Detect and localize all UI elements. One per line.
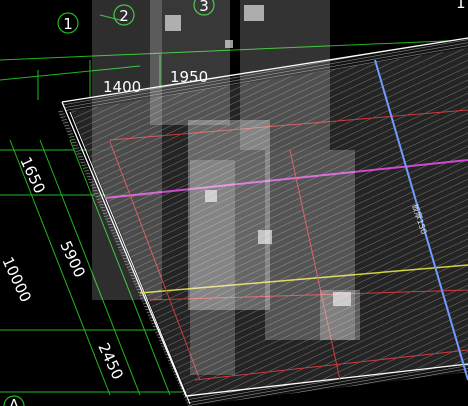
axis-label-a: A: [9, 396, 20, 406]
model-canvas[interactable]: 1 2 3 A 1400 1950 1 1650 5900 10000 2450…: [0, 0, 468, 406]
column-3-upper[interactable]: [240, 0, 330, 150]
columns[interactable]: [92, 0, 360, 375]
dimension-2450: 2450: [94, 340, 126, 382]
cad-3d-viewport[interactable]: 1 2 3 A 1400 1950 1 1650 5900 10000 2450…: [0, 0, 468, 406]
dimension-1650: 1650: [16, 154, 48, 196]
axis-label-1: 1: [63, 15, 73, 33]
dimension-10000: 10000: [0, 254, 35, 305]
column-2-upper[interactable]: [150, 0, 230, 125]
axis-bubble-1[interactable]: 1: [57, 12, 79, 34]
dimension-1950: 1950: [170, 68, 208, 86]
dimension-1400: 1400: [103, 78, 141, 96]
axis-bubble-a[interactable]: A: [3, 395, 25, 406]
dimension-top-right: 1: [456, 0, 466, 12]
dimension-5900: 5900: [56, 238, 88, 280]
